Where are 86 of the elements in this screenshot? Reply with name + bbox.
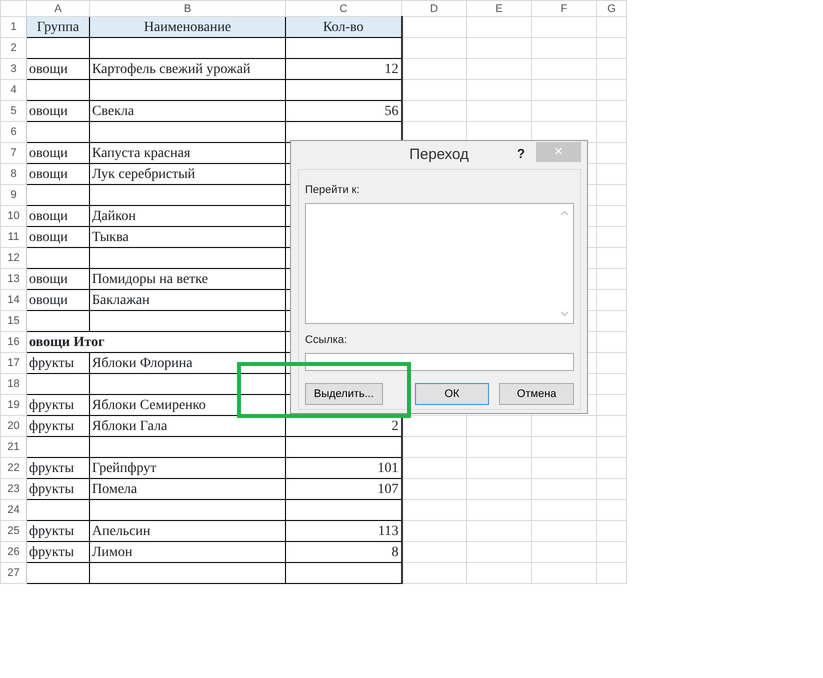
total-label: овощи Итог: [29, 334, 104, 350]
row-header[interactable]: 24: [0, 500, 26, 520]
row-header[interactable]: 19: [0, 394, 26, 416]
table-cell: фрукты: [29, 544, 74, 560]
column-heading: Кол-во: [322, 20, 364, 34]
table-cell: Яблоки Флорина: [92, 356, 192, 370]
table-cell: Лимон: [92, 544, 132, 560]
table-cell: овощи: [29, 104, 68, 118]
table-cell: овощи: [29, 272, 68, 286]
table-cell: фрукты: [29, 524, 74, 538]
column-heading: Наименование: [144, 20, 232, 34]
table-cell: Картофель свежий урожай: [92, 62, 250, 76]
table-cell: 113: [378, 524, 398, 538]
table-cell: фрукты: [29, 398, 74, 412]
row-header[interactable]: 27: [0, 562, 26, 584]
row-header[interactable]: 18: [0, 374, 26, 394]
table-cell: фрукты: [29, 482, 74, 496]
table-cell: овощи: [29, 230, 68, 244]
column-header[interactable]: G: [596, 0, 626, 16]
row-header[interactable]: 7: [0, 142, 26, 164]
table-cell: 107: [378, 482, 398, 496]
table-cell: фрукты: [29, 460, 74, 476]
row-header[interactable]: 11: [0, 226, 26, 248]
row-header[interactable]: 23: [0, 478, 26, 500]
dialog-title: Переход: [409, 144, 469, 165]
column-header[interactable]: B: [90, 0, 286, 16]
table-cell: овощи: [29, 146, 68, 160]
row-header[interactable]: 9: [0, 184, 26, 206]
table-cell: Помела: [92, 482, 138, 496]
table-cell: 12: [384, 62, 398, 76]
dialog-button[interactable]: Выделить...: [305, 383, 383, 405]
row-header[interactable]: 16: [0, 332, 26, 352]
row-header[interactable]: 13: [0, 268, 26, 290]
table-cell: Апельсин: [92, 524, 150, 538]
row-header[interactable]: 15: [0, 310, 26, 332]
column-header[interactable]: A: [26, 0, 90, 16]
field-label: Ссылка:: [305, 334, 347, 346]
table-cell: Лук серебристый: [92, 166, 196, 182]
table-cell: Свекла: [92, 104, 134, 118]
table-cell: 2: [392, 418, 398, 434]
scroll-down-icon[interactable]: [560, 311, 569, 318]
table-cell: фрукты: [29, 356, 74, 370]
row-header[interactable]: 4: [0, 80, 26, 100]
table-cell: овощи: [29, 166, 68, 182]
table-cell: 56: [384, 104, 398, 118]
dialog-button[interactable]: ОК: [414, 383, 490, 405]
table-cell: Яблоки Семиренко: [92, 398, 206, 412]
row-header[interactable]: 3: [0, 58, 26, 80]
row-header[interactable]: 6: [0, 122, 26, 142]
table-cell: овощи: [29, 62, 68, 76]
column-header[interactable]: F: [532, 0, 596, 16]
table-cell: Баклажан: [92, 292, 150, 308]
row-header[interactable]: 14: [0, 290, 26, 310]
table-cell: Грейпфрут: [92, 460, 156, 476]
field-label: Перейти к:: [305, 184, 360, 196]
row-header[interactable]: 8: [0, 164, 26, 184]
row-header[interactable]: 12: [0, 248, 26, 268]
goto-list[interactable]: [305, 202, 574, 324]
table-cell: Помидоры на ветке: [92, 272, 208, 286]
row-header[interactable]: 20: [0, 416, 26, 436]
table-cell: Яблоки Гала: [92, 418, 168, 434]
reference-field[interactable]: [305, 352, 574, 371]
table-cell: овощи: [29, 292, 68, 308]
row-header[interactable]: 5: [0, 100, 26, 122]
column-header[interactable]: D: [402, 0, 466, 16]
row-header[interactable]: 25: [0, 520, 26, 542]
dialog-button[interactable]: Отмена: [499, 383, 574, 405]
row-header[interactable]: 2: [0, 38, 26, 58]
column-heading: Группа: [36, 20, 80, 34]
scroll-up-icon[interactable]: [560, 210, 569, 216]
table-cell: Дайкон: [92, 208, 136, 224]
row-header[interactable]: 17: [0, 352, 26, 374]
column-header[interactable]: C: [286, 0, 402, 16]
row-header[interactable]: 1: [0, 16, 26, 38]
table-cell: Тыква: [92, 230, 129, 244]
column-header[interactable]: E: [466, 0, 532, 16]
table-cell: овощи: [29, 208, 68, 224]
row-header[interactable]: 22: [0, 458, 26, 478]
table-cell: фрукты: [29, 418, 74, 434]
table-cell: 101: [378, 460, 398, 476]
table-cell: 8: [392, 544, 398, 560]
help-button[interactable]: ?: [517, 144, 525, 164]
row-header[interactable]: 10: [0, 206, 26, 226]
table-cell: Капуста красная: [92, 146, 190, 160]
row-header[interactable]: 21: [0, 436, 26, 458]
row-header[interactable]: 26: [0, 542, 26, 562]
